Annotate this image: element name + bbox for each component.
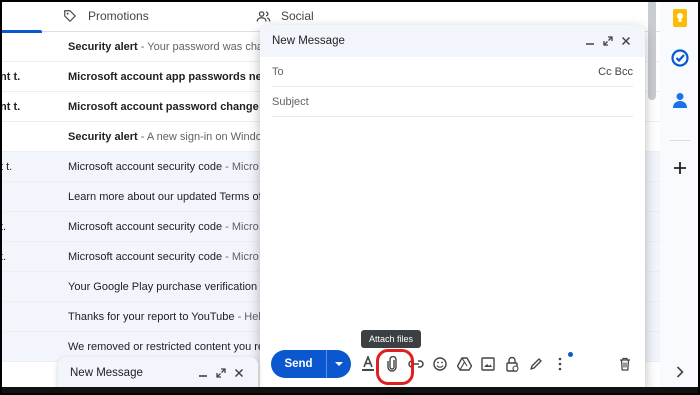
mail-snippet: - Micro <box>222 160 259 173</box>
mail-subject: Microsoft account security code <box>68 250 223 263</box>
mail-sender: t. <box>0 220 7 233</box>
mail-sender: nt t. <box>0 70 21 83</box>
subject-field[interactable] <box>272 87 633 117</box>
tab-promotions-label: Promotions <box>88 9 149 23</box>
drive-icon[interactable] <box>455 355 473 373</box>
mail-snippet: - A new sign-in on Windo <box>137 130 262 143</box>
close-icon[interactable] <box>232 366 246 380</box>
attach-files-tooltip: Attach files <box>361 330 421 348</box>
discard-draft-icon[interactable] <box>616 355 634 373</box>
link-icon[interactable] <box>407 355 425 373</box>
compose-header[interactable]: New Message <box>260 25 645 57</box>
emoji-icon[interactable] <box>431 355 449 373</box>
mail-snippet: - Your password was cha <box>137 40 264 53</box>
taskbar-strip <box>0 387 700 395</box>
mail-subject: Your Google Play purchase verification s <box>68 280 266 293</box>
mail-subject: We removed or restricted content you re <box>68 340 265 353</box>
compose-toolbar: Send <box>260 350 645 378</box>
chevron-right-icon[interactable] <box>670 362 690 382</box>
tag-icon <box>62 8 78 24</box>
keep-icon[interactable] <box>670 8 690 28</box>
mail-subject: Security alert <box>68 130 138 143</box>
mail-subject: Thanks for your report to YouTube <box>68 310 235 323</box>
tab-promotions[interactable]: Promotions <box>62 0 149 32</box>
scrollbar[interactable] <box>648 0 656 100</box>
mail-subject: Security alert <box>68 40 138 53</box>
mail-subject: Microsoft account password change <box>68 100 259 113</box>
compose-title: New Message <box>272 35 345 47</box>
expand-icon[interactable] <box>601 34 615 48</box>
side-panel <box>660 0 700 395</box>
mail-subject: Learn more about our updated Terms of <box>68 190 262 203</box>
mail-snippet: - Hell <box>234 310 264 323</box>
subject-input[interactable] <box>272 95 633 108</box>
mail-sender: t t. <box>0 160 13 173</box>
add-addon-icon[interactable] <box>670 158 690 178</box>
cc-bcc-link[interactable]: Cc Bcc <box>598 66 633 78</box>
signature-pen-icon[interactable] <box>527 355 545 373</box>
minimized-compose-title: New Message <box>70 367 143 379</box>
mail-sender: nt t. <box>0 100 21 113</box>
mail-sender: t. <box>0 250 7 263</box>
tab-social-label: Social <box>281 9 314 23</box>
confidential-lock-icon[interactable] <box>503 355 521 373</box>
mail-subject: Microsoft account security code <box>68 160 223 173</box>
to-label: To <box>272 65 284 78</box>
mail-subject: Microsoft account app passwords ne <box>68 70 262 83</box>
mail-snippet: - Micro <box>222 250 259 263</box>
send-button[interactable]: Send <box>271 350 351 378</box>
send-label: Send <box>284 358 313 370</box>
expand-icon[interactable] <box>214 366 228 380</box>
minimize-icon[interactable] <box>583 34 597 48</box>
rail-divider <box>670 140 690 141</box>
compose-window: New Message To Cc Bcc Send <box>260 25 645 388</box>
tasks-icon[interactable] <box>670 48 690 68</box>
attach-icon[interactable] <box>383 355 401 373</box>
contacts-icon[interactable] <box>670 90 690 110</box>
more-options-icon[interactable] <box>551 352 573 373</box>
close-icon[interactable] <box>619 34 633 48</box>
notification-dot <box>568 352 573 357</box>
mail-snippet: - Micro <box>222 220 259 233</box>
send-options-icon[interactable] <box>327 360 351 368</box>
people-icon <box>255 8 271 24</box>
to-field[interactable]: To Cc Bcc <box>272 57 633 87</box>
mail-subject: Microsoft account security code <box>68 220 223 233</box>
minimize-icon[interactable] <box>196 366 210 380</box>
formatting-icon[interactable] <box>359 355 377 373</box>
insert-photo-icon[interactable] <box>479 355 497 373</box>
minimized-compose[interactable]: New Message <box>58 357 258 389</box>
